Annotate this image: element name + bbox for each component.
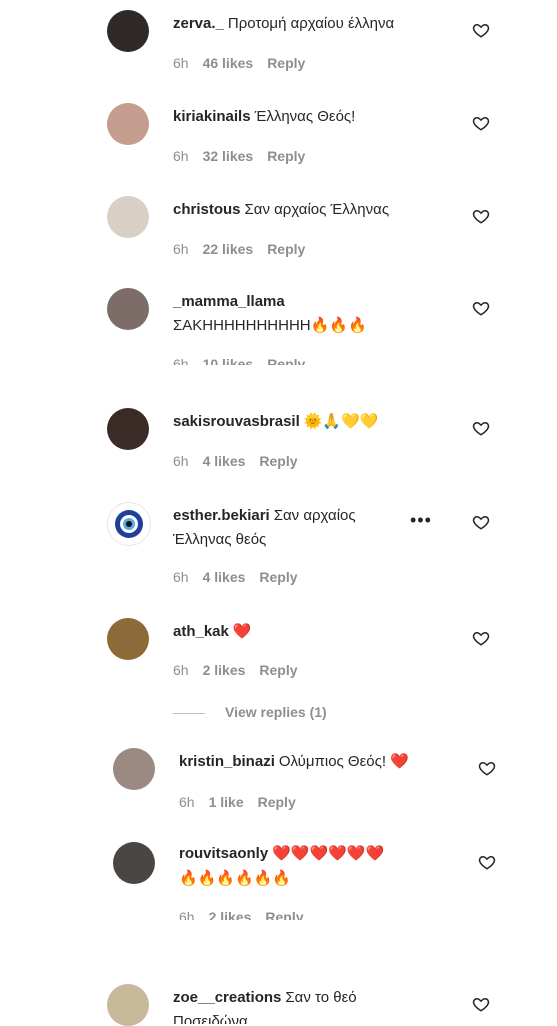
evil-eye-icon: [115, 510, 143, 538]
comment-time[interactable]: 6h: [173, 241, 189, 257]
reply-button[interactable]: Reply: [267, 241, 305, 257]
comment-username[interactable]: kristin_binazi: [179, 753, 275, 770]
view-replies-button[interactable]: View replies (1): [173, 704, 327, 720]
heart-icon[interactable]: [478, 853, 496, 871]
heart-icon[interactable]: [472, 629, 490, 647]
comment-text: Σαν το θεό: [285, 989, 357, 1006]
heart-icon[interactable]: [472, 207, 490, 225]
comment-text-continued: Ποσειδώνα: [173, 1013, 248, 1024]
reply-button[interactable]: Reply: [267, 148, 305, 164]
comment-username[interactable]: esther.bekiari: [173, 507, 270, 524]
avatar[interactable]: [107, 10, 149, 52]
comment-username[interactable]: _mamma_llama: [173, 293, 285, 310]
comment-username[interactable]: rouvitsaonly: [179, 845, 268, 862]
reply-button[interactable]: Reply: [259, 662, 297, 678]
comment-likes[interactable]: 2 likes: [209, 909, 252, 920]
comment-text: Ολύμπιος Θεός! ❤️: [278, 753, 409, 770]
replies-divider: [173, 712, 205, 714]
avatar[interactable]: [107, 103, 149, 145]
avatar[interactable]: [113, 748, 155, 790]
comment-text: ❤️: [232, 623, 252, 640]
avatar[interactable]: [107, 984, 149, 1026]
heart-icon[interactable]: [478, 759, 496, 777]
comment-text: Σαν αρχαίος Έλληνας: [244, 201, 390, 218]
reply-button[interactable]: Reply: [259, 569, 297, 585]
heart-icon[interactable]: [472, 299, 490, 317]
comment-username[interactable]: sakisrouvasbrasil: [173, 413, 300, 430]
avatar[interactable]: [107, 502, 151, 546]
view-replies-label: View replies (1): [225, 704, 327, 720]
comment-likes[interactable]: 46 likes: [203, 55, 254, 71]
comment-text: ❤️❤️❤️❤️❤️❤️: [272, 845, 385, 862]
comment-time[interactable]: 6h: [173, 662, 189, 678]
reply-button[interactable]: Reply: [267, 356, 305, 365]
comment-time[interactable]: 6h: [179, 909, 195, 920]
heart-icon[interactable]: [472, 419, 490, 437]
comment-time[interactable]: 6h: [179, 794, 195, 810]
avatar[interactable]: [113, 842, 155, 884]
reply-button[interactable]: Reply: [258, 794, 296, 810]
comment-text: Σαν αρχαίος: [273, 507, 356, 524]
comment-time[interactable]: 6h: [173, 453, 189, 469]
comment-text: Έλληνας Θεός!: [254, 108, 356, 125]
comment-time[interactable]: 6h: [173, 569, 189, 585]
comment-likes[interactable]: 1 like: [209, 794, 244, 810]
comment-text-continued: Έλληνας θεός: [173, 531, 267, 548]
comment-username[interactable]: christous: [173, 201, 241, 218]
avatar[interactable]: [107, 408, 149, 450]
comment-likes[interactable]: 2 likes: [203, 662, 246, 678]
heart-icon[interactable]: [472, 21, 490, 39]
heart-icon[interactable]: [472, 114, 490, 132]
avatar[interactable]: [107, 196, 149, 238]
comment-username[interactable]: zoe__creations: [173, 989, 281, 1006]
comment-time[interactable]: 6h: [173, 55, 189, 71]
comment-likes[interactable]: 4 likes: [203, 569, 246, 585]
reply-button[interactable]: Reply: [267, 55, 305, 71]
comment-likes[interactable]: 10 likes: [203, 356, 254, 365]
comment-text: Προτομή αρχαίου έλληνα: [227, 15, 395, 32]
comment-text-continued: 🔥🔥🔥🔥🔥🔥: [179, 870, 292, 887]
avatar[interactable]: [107, 618, 149, 660]
reply-button[interactable]: Reply: [259, 453, 297, 469]
comment-text: 🌞🙏💛💛: [303, 413, 379, 430]
heart-icon[interactable]: [472, 513, 490, 531]
comment-username[interactable]: ath_kak: [173, 623, 229, 640]
heart-icon[interactable]: [472, 995, 490, 1013]
comment-likes[interactable]: 32 likes: [203, 148, 254, 164]
comment-username[interactable]: kiriakinails: [173, 108, 251, 125]
comment-text: ΣΑΚΗΗΗΗΗΗΗΗΗΗ🔥🔥🔥: [173, 317, 367, 334]
comment-likes[interactable]: 22 likes: [203, 241, 254, 257]
comment-time[interactable]: 6h: [173, 356, 189, 365]
more-options-icon[interactable]: •••: [410, 510, 432, 531]
comment-likes[interactable]: 4 likes: [203, 453, 246, 469]
avatar[interactable]: [107, 288, 149, 330]
comment-username[interactable]: zerva._: [173, 15, 224, 32]
comment-time[interactable]: 6h: [173, 148, 189, 164]
reply-button[interactable]: Reply: [265, 909, 303, 920]
